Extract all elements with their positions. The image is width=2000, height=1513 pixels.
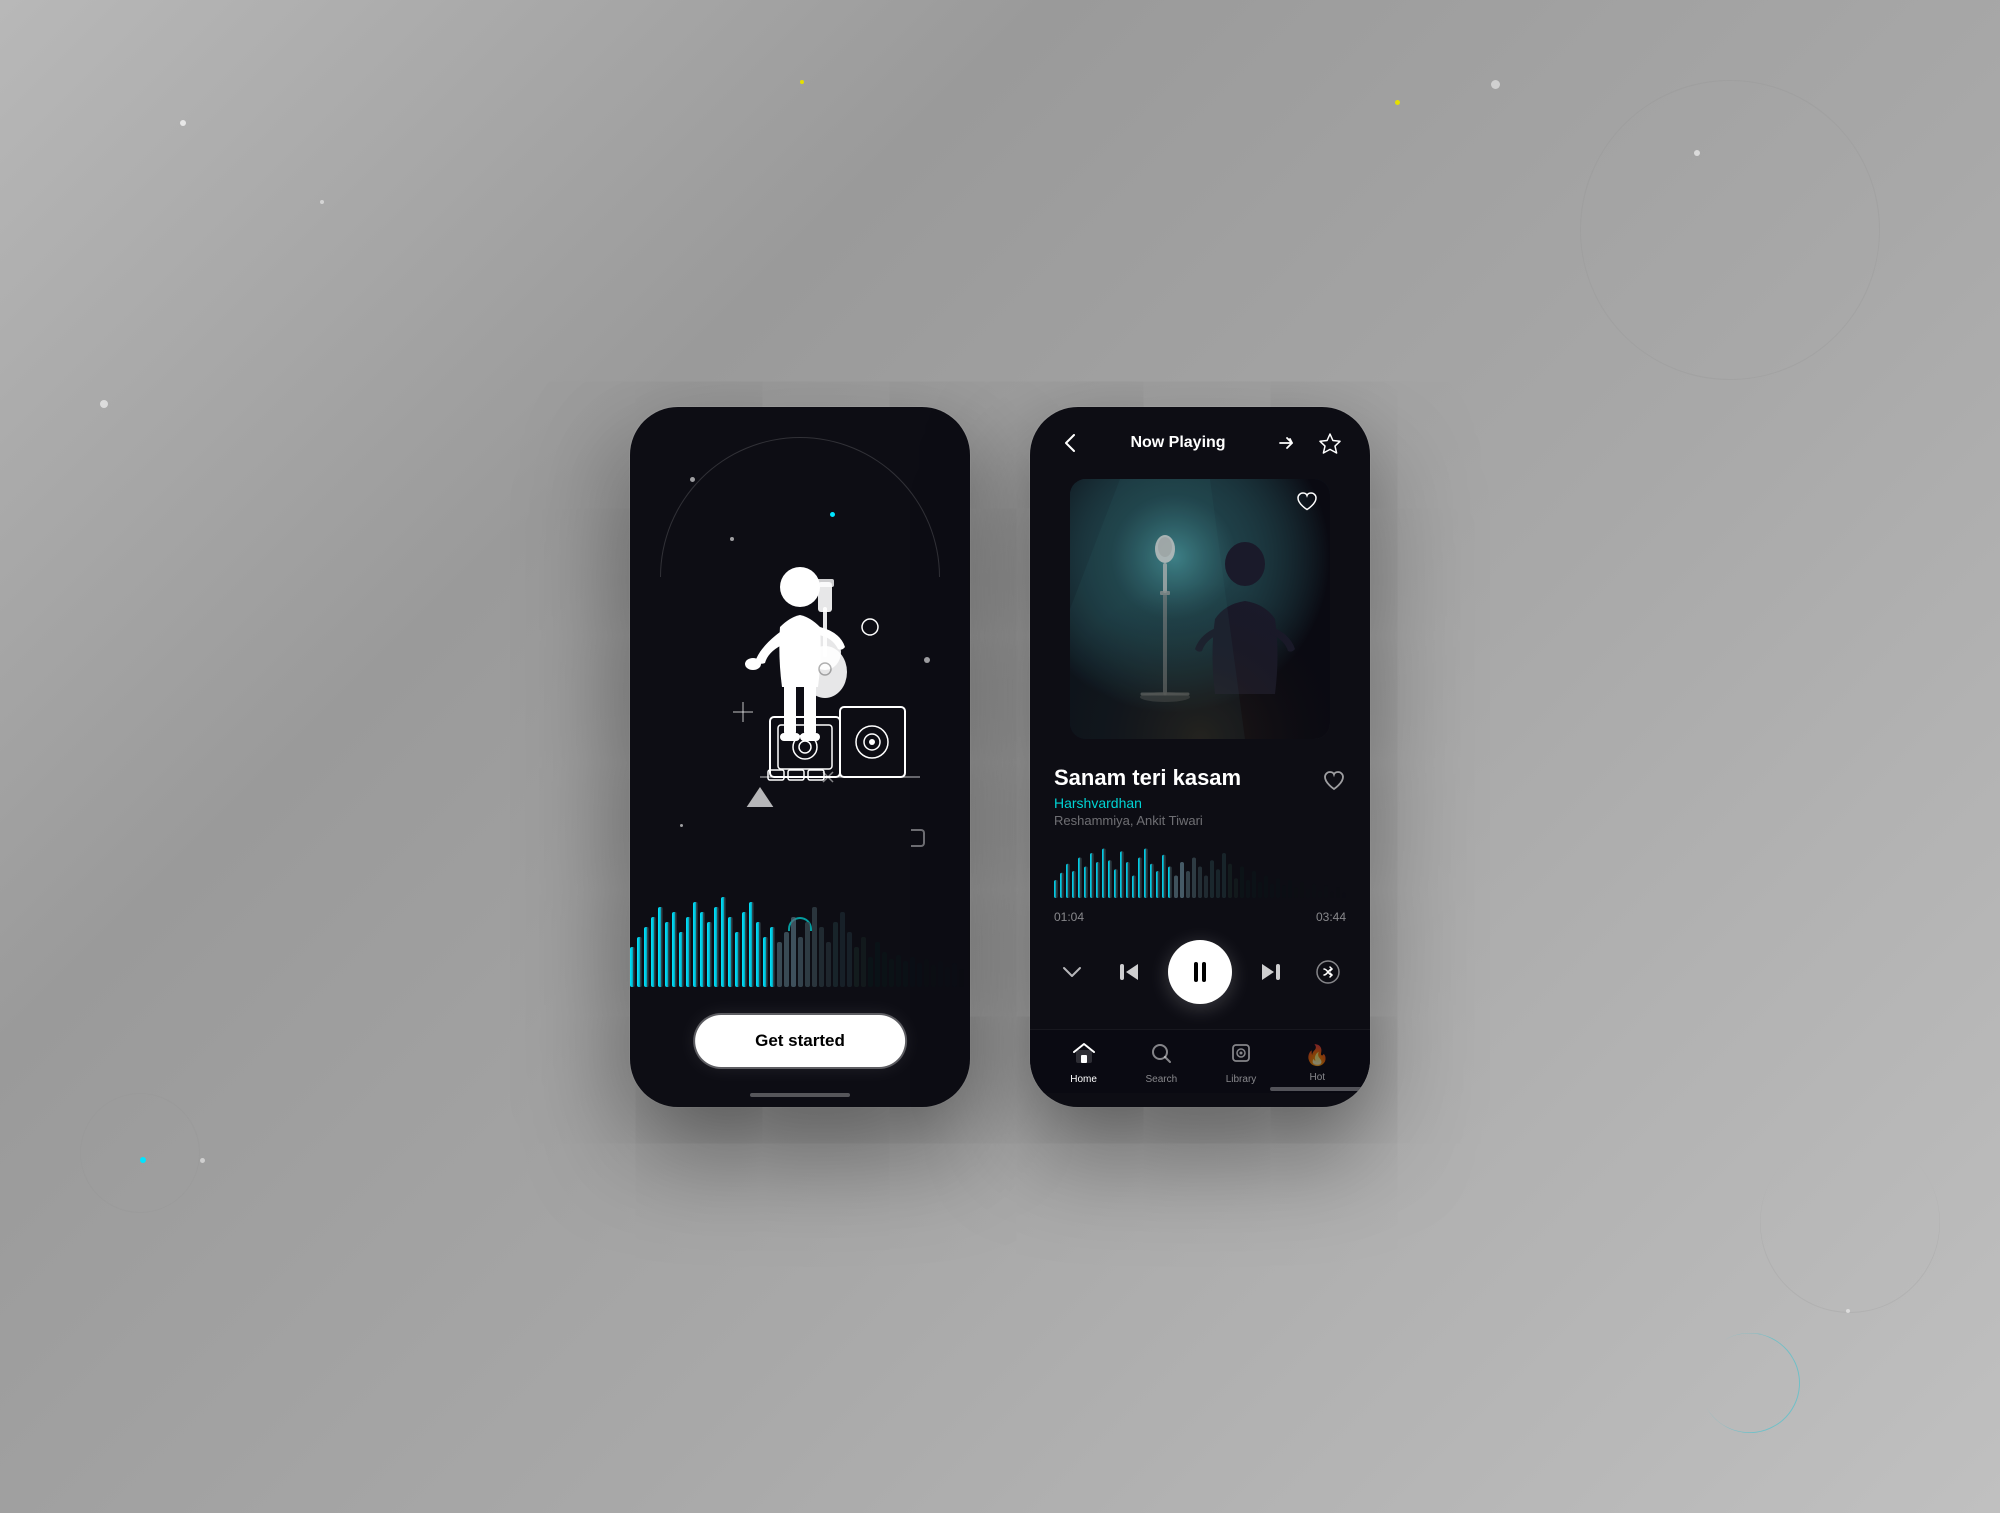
- hot-icon: 🔥: [1305, 1043, 1330, 1068]
- nav-library[interactable]: Library: [1226, 1042, 1257, 1085]
- get-started-button[interactable]: Get started: [695, 1015, 905, 1067]
- musician-illustration: [670, 487, 930, 807]
- controls-row: [1030, 928, 1370, 1016]
- queue-button[interactable]: [1054, 954, 1090, 990]
- waveform-phone1: [630, 887, 970, 987]
- nav-hot-label: Hot: [1309, 1072, 1325, 1083]
- home-indicator-1: [750, 1093, 850, 1097]
- nav-library-label: Library: [1226, 1074, 1257, 1085]
- bottom-nav: Home Search: [1030, 1029, 1370, 1093]
- album-art: [1070, 479, 1330, 739]
- nav-search-label: Search: [1145, 1074, 1177, 1085]
- nav-search[interactable]: Search: [1145, 1042, 1177, 1085]
- song-artist-secondary: Reshammiya, Ankit Tiwari: [1054, 813, 1241, 828]
- library-icon: [1230, 1042, 1252, 1070]
- home-icon: [1073, 1042, 1095, 1070]
- album-art-container: [1030, 469, 1370, 749]
- pause-icon: [1194, 962, 1206, 982]
- current-time: 01:04: [1054, 910, 1084, 924]
- waveform-phone2[interactable]: [1030, 836, 1370, 906]
- song-info: Sanam teri kasam Harshvardhan Reshammiya…: [1030, 749, 1370, 836]
- total-time: 03:44: [1316, 910, 1346, 924]
- nav-hot[interactable]: 🔥 Hot: [1305, 1043, 1330, 1083]
- phones-container: Get started Now Playing: [630, 407, 1370, 1107]
- nav-home-label: Home: [1070, 1074, 1097, 1085]
- share-button[interactable]: [1270, 427, 1302, 459]
- play-pause-button[interactable]: [1168, 940, 1232, 1004]
- home-indicator-2: [1270, 1087, 1370, 1091]
- album-art-heart[interactable]: [1296, 491, 1318, 518]
- song-artist-primary: Harshvardhan: [1054, 795, 1241, 811]
- favorite-button[interactable]: [1314, 427, 1346, 459]
- search-icon: [1150, 1042, 1172, 1070]
- prev-button[interactable]: [1111, 954, 1147, 990]
- like-button[interactable]: [1322, 769, 1346, 799]
- back-button[interactable]: [1054, 427, 1086, 459]
- song-title: Sanam teri kasam: [1054, 765, 1241, 791]
- now-playing-header: Now Playing: [1030, 407, 1370, 469]
- now-playing-title: Now Playing: [1130, 434, 1225, 452]
- phone-now-playing: Now Playing: [1030, 407, 1370, 1107]
- nav-home[interactable]: Home: [1070, 1042, 1097, 1085]
- shuffle-button[interactable]: [1310, 954, 1346, 990]
- time-row: 01:04 03:44: [1030, 906, 1370, 928]
- phone-onboarding: Get started: [630, 407, 970, 1107]
- next-button[interactable]: [1253, 954, 1289, 990]
- get-started-area[interactable]: Get started: [695, 1015, 905, 1067]
